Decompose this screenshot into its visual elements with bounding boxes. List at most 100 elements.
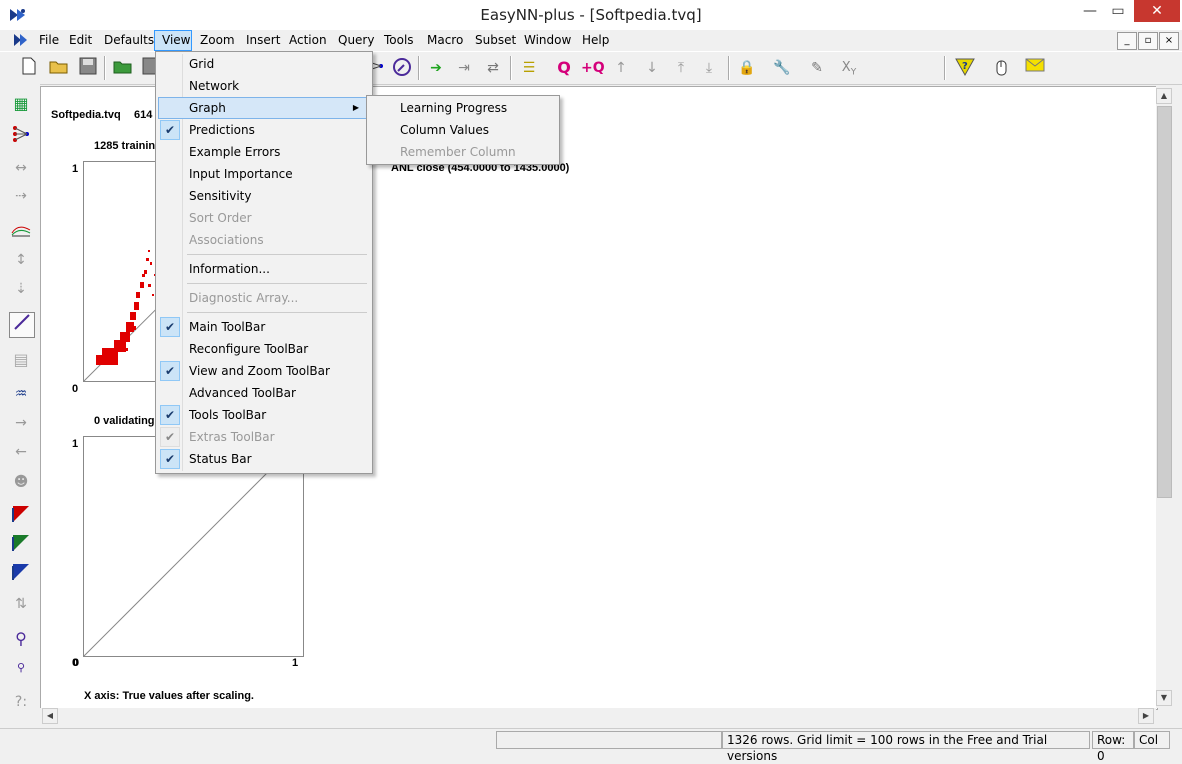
scroll-right-button[interactable]: ▶ xyxy=(1138,708,1154,724)
menu-subset[interactable]: Subset xyxy=(468,30,523,51)
mdi-close-button[interactable]: × xyxy=(1159,32,1179,50)
graph-icon[interactable] xyxy=(9,220,33,244)
left-arrow-icon[interactable]: ← xyxy=(9,440,33,464)
head-icon[interactable]: ☻ xyxy=(9,470,33,494)
save-icon[interactable] xyxy=(77,57,99,79)
scroll-down-button[interactable]: ▼ xyxy=(1156,690,1172,706)
menu-item-input-importance[interactable]: Input Importance xyxy=(158,163,368,185)
menu-item-grid[interactable]: Grid xyxy=(158,53,368,75)
menu-item-label: View and Zoom ToolBar xyxy=(189,364,330,378)
menu-item-label: Diagnostic Array... xyxy=(189,291,299,305)
horizontal-scrollbar[interactable]: ◀ ▶ xyxy=(40,708,1156,725)
menu-item-advanced-toolbar[interactable]: Advanced ToolBar xyxy=(158,382,368,404)
right-arrow-icon[interactable]: → xyxy=(9,411,33,435)
menu-query[interactable]: Query xyxy=(331,30,381,51)
menu-help[interactable]: Help xyxy=(575,30,616,51)
small-zoom-icon[interactable]: ⚲ xyxy=(9,656,33,680)
mdi-minimize-button[interactable]: _ xyxy=(1117,32,1137,50)
blue-triangle-icon[interactable] xyxy=(9,562,33,586)
menu-item-sort-order[interactable]: Sort Order xyxy=(158,207,368,229)
submenu-item-learning-progress[interactable]: Learning Progress xyxy=(369,97,555,119)
wrench-icon[interactable]: 🔧 xyxy=(771,57,793,79)
menu-item-graph[interactable]: Graph ▶ xyxy=(158,97,368,119)
lock-icon[interactable]: 🔒 xyxy=(736,57,758,79)
network-icon[interactable] xyxy=(9,124,33,148)
menu-item-label: Extras ToolBar xyxy=(189,430,275,444)
updown-icon[interactable]: ⇅ xyxy=(9,592,33,616)
menu-item-tools-toolbar[interactable]: ✔ Tools ToolBar xyxy=(158,404,368,426)
bottom-icon[interactable]: ⤓ xyxy=(698,57,720,79)
menu-action[interactable]: Action xyxy=(282,30,334,51)
new-icon[interactable] xyxy=(18,57,40,79)
swap-icon[interactable]: ⇄ xyxy=(482,57,504,79)
close-button[interactable]: ✕ xyxy=(1134,0,1180,22)
top-icon[interactable]: ⤒ xyxy=(670,57,692,79)
menu-macro[interactable]: Macro xyxy=(420,30,470,51)
red-triangle-icon[interactable] xyxy=(9,504,33,528)
menu-window[interactable]: Window xyxy=(517,30,578,51)
scroll-up-button[interactable]: ▲ xyxy=(1156,88,1172,104)
menu-defaults[interactable]: Defaults xyxy=(97,30,161,51)
up-icon[interactable]: ↑ xyxy=(610,57,632,79)
mdi-child-icon[interactable] xyxy=(12,32,32,51)
menu-item-example-errors[interactable]: Example Errors xyxy=(158,141,368,163)
minimize-button[interactable]: — xyxy=(1075,0,1105,22)
compass-icon[interactable] xyxy=(391,57,413,79)
forward-step-icon[interactable]: ⇥ xyxy=(453,57,475,79)
menu-item-reconfigure-toolbar[interactable]: Reconfigure ToolBar xyxy=(158,338,368,360)
zoom-icon[interactable]: ⚲ xyxy=(9,627,33,651)
menu-item-extras-toolbar[interactable]: ✔ Extras ToolBar xyxy=(158,426,368,448)
submenu-item-remember-column[interactable]: Remember Column xyxy=(369,141,555,163)
menu-zoom[interactable]: Zoom xyxy=(193,30,242,51)
mouse-icon[interactable] xyxy=(990,57,1012,79)
expand-icon[interactable]: ↔ xyxy=(9,156,33,180)
grid-icon[interactable]: ▦ xyxy=(9,92,33,116)
help-icon[interactable]: ?: xyxy=(9,690,33,714)
toolbar-separator xyxy=(728,56,730,80)
menu-item-network[interactable]: Network xyxy=(158,75,368,97)
vertical-expand-icon[interactable]: ↕ xyxy=(9,248,33,272)
filter-icon[interactable]: ? xyxy=(954,57,976,79)
open-icon[interactable] xyxy=(48,57,70,79)
scroll-thumb[interactable] xyxy=(1157,106,1172,498)
menu-item-information[interactable]: Information... xyxy=(158,258,368,280)
menu-edit[interactable]: Edit xyxy=(62,30,99,51)
menu-item-main-toolbar[interactable]: ✔ Main ToolBar xyxy=(158,316,368,338)
left-toolbar: ▦ ↔ ⇢ ↕ ⇣ ▤ ♒ → ← ☻ ⇅ ⚲ ⚲ ?: xyxy=(0,84,40,730)
xy-icon[interactable]: XY xyxy=(838,57,860,79)
down-icon[interactable]: ↓ xyxy=(641,57,663,79)
pen-icon[interactable]: ✎ xyxy=(806,57,828,79)
view-menu: Grid Network Graph ▶ ✔ Predictions Example… xyxy=(155,51,373,474)
vertical-scrollbar[interactable]: ▲ ▼ xyxy=(1156,86,1173,708)
menu-item-view-zoom-toolbar[interactable]: ✔ View and Zoom ToolBar xyxy=(158,360,368,382)
predictions-icon[interactable] xyxy=(9,312,35,338)
vertical-contract-icon[interactable]: ⇣ xyxy=(9,277,33,301)
sensitivity-icon[interactable]: ♒ xyxy=(9,382,33,406)
contract-icon[interactable]: ⇢ xyxy=(9,184,33,208)
menu-item-status-bar[interactable]: ✔ Status Bar xyxy=(158,448,368,470)
maximize-button[interactable]: ▭ xyxy=(1103,0,1133,22)
green-triangle-icon[interactable] xyxy=(9,533,33,557)
menu-item-label: Graph xyxy=(189,101,226,115)
menu-separator xyxy=(187,254,367,255)
menu-item-diagnostic-array[interactable]: Diagnostic Array... xyxy=(158,287,368,309)
menu-file[interactable]: File xyxy=(32,30,66,51)
plot2-x-left: 0 xyxy=(73,657,80,669)
scroll-left-button[interactable]: ◀ xyxy=(42,708,58,724)
arrow-right-icon[interactable]: ➔ xyxy=(425,57,447,79)
submenu-item-column-values[interactable]: Column Values xyxy=(369,119,555,141)
sort-icon[interactable]: ☰ xyxy=(518,57,540,79)
table-icon[interactable]: ▤ xyxy=(9,348,33,372)
menu-item-associations[interactable]: Associations xyxy=(158,229,368,251)
mdi-restore-button[interactable]: ▫ xyxy=(1138,32,1158,50)
query-icon[interactable]: Q xyxy=(553,57,575,79)
menu-item-sensitivity[interactable]: Sensitivity xyxy=(158,185,368,207)
add-query-icon[interactable]: +Q xyxy=(581,57,605,79)
check-icon: ✔ xyxy=(160,317,180,337)
menu-view[interactable]: View xyxy=(154,30,192,51)
menu-item-predictions[interactable]: ✔ Predictions xyxy=(158,119,368,141)
menu-insert[interactable]: Insert xyxy=(239,30,287,51)
open-grid-icon[interactable] xyxy=(112,57,134,79)
menu-tools[interactable]: Tools xyxy=(377,30,421,51)
mail-icon[interactable] xyxy=(1024,57,1046,79)
